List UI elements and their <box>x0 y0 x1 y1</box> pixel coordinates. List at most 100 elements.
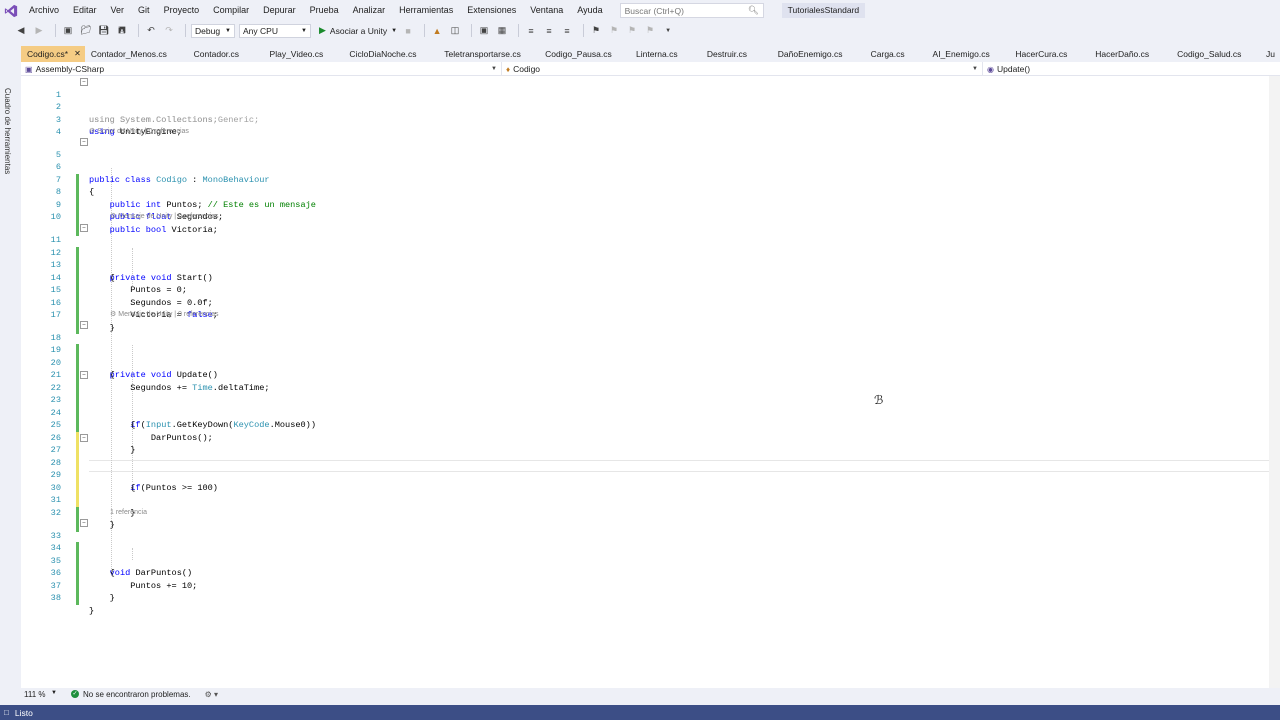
play-icon: ▶ <box>319 25 326 35</box>
menu-ver[interactable]: Ver <box>104 0 132 21</box>
issues-indicator[interactable]: ✓ No se encontraron problemas. <box>71 690 191 699</box>
class-dropdown[interactable]: ♦ Codigo ▼ <box>502 62 983 75</box>
save-icon[interactable]: 💾︎ <box>97 24 111 38</box>
menu-editar[interactable]: Editar <box>66 0 104 21</box>
collapse-icon[interactable]: – <box>80 371 88 379</box>
menu-ayuda[interactable]: Ayuda <box>570 0 609 21</box>
tab-codigo-salud[interactable]: Codigo_Salud.cs <box>1171 46 1260 62</box>
codelens-message[interactable]: ⚙ Mensaje de Unity | 0 referencias <box>110 212 219 222</box>
open-folder-icon[interactable]: 📁︎ <box>79 24 93 38</box>
find-icon[interactable]: ◫ <box>448 24 462 38</box>
status-output-icon[interactable]: □ <box>4 708 9 717</box>
member-dropdown[interactable]: ◉ Update() <box>983 62 1280 75</box>
screenshot-icon[interactable]: ▣ <box>477 24 491 38</box>
solution-name-badge[interactable]: TutorialesStandard <box>781 3 866 18</box>
diagram-icon[interactable]: ▦ <box>495 24 509 38</box>
code-line: 8 public float Segundos; <box>21 174 1280 222</box>
redo-icon[interactable]: ↷ <box>162 24 176 38</box>
tab-contador[interactable]: Contador.cs <box>188 46 264 62</box>
tab-codigo-pausa[interactable]: Codigo_Pausa.cs <box>539 46 630 62</box>
status-text: Listo <box>14 707 33 718</box>
menu-proyecto[interactable]: Proyecto <box>157 0 207 21</box>
menu-herramientas[interactable]: Herramientas <box>392 0 460 21</box>
zoom-dropdown[interactable]: 111 % ▼ <box>21 690 61 699</box>
menu-depurar[interactable]: Depurar <box>256 0 303 21</box>
tab-dano-enemigo[interactable]: DañoEnemigo.cs <box>772 46 865 62</box>
search-input[interactable]: Buscar (Ctrl+Q) 🔍︎ <box>619 3 764 18</box>
tab-hacer-dano[interactable]: HacerDaño.cs <box>1089 46 1171 62</box>
collapse-icon[interactable]: – <box>80 519 88 527</box>
attach-to-unity-button[interactable]: ▶ Asociar a Unity ▼ <box>319 25 397 36</box>
collapse-icon[interactable]: – <box>80 223 88 232</box>
toolbar-separator <box>138 24 139 37</box>
back-icon[interactable]: ◀ <box>14 24 28 38</box>
platform-select[interactable]: Any CPU ▼ <box>239 23 311 38</box>
tab-linterna[interactable]: Linterna.cs <box>630 46 701 62</box>
tab-codigo[interactable]: Codigo.cs* ✕ <box>21 46 85 62</box>
class-icon: ♦ <box>506 64 511 74</box>
collapse-icon[interactable]: – <box>80 78 88 86</box>
prev-bookmark-icon[interactable]: ⚑ <box>607 24 621 38</box>
collapse-icon[interactable]: – <box>80 321 88 329</box>
code-line: 36 } <box>21 555 1280 603</box>
bookmark-icon[interactable]: ⚑ <box>589 24 603 38</box>
toolbar-overflow-icon[interactable]: ▼ <box>661 24 675 38</box>
chevron-down-icon: ▼ <box>51 689 57 696</box>
forward-icon[interactable]: ▶ <box>32 24 46 38</box>
vertical-scrollbar[interactable] <box>1269 76 1280 688</box>
attach-label: Asociar a Unity <box>329 25 388 36</box>
code-line: 34 { <box>21 530 1280 578</box>
code-line: 24 DarPuntos(); <box>21 394 1280 443</box>
next-bookmark-icon[interactable]: ⚑ <box>625 24 639 38</box>
hot-reload-icon[interactable]: ■ <box>401 24 415 38</box>
tab-teletransportarse[interactable]: Teletransportarse.cs <box>438 46 539 62</box>
code-line: 29 <box>21 457 1280 494</box>
code-line: 12 { <box>21 234 1280 283</box>
toolbar-separator <box>424 24 426 37</box>
code-editor[interactable]: 1 – using System.Collections; 2 using Sy… <box>21 76 1280 688</box>
issues-label: No se encontraron problemas. <box>83 689 191 699</box>
clear-bookmarks-icon[interactable]: ⚑ <box>643 24 657 38</box>
menu-git[interactable]: Git <box>131 0 157 21</box>
configuration-select[interactable]: Debug ▼ <box>191 23 235 38</box>
code-line: 21 <box>21 357 1280 394</box>
menu-extensiones[interactable]: Extensiones <box>460 0 523 21</box>
close-icon[interactable]: ✕ <box>74 46 81 62</box>
menu-prueba[interactable]: Prueba <box>303 0 346 21</box>
zoom-value: 111 % <box>24 689 46 699</box>
menu-compilar[interactable]: Compilar <box>206 0 256 21</box>
tab-destruir[interactable]: Destruir.cs <box>701 46 772 62</box>
new-project-icon[interactable]: ▣ <box>61 24 75 38</box>
collapse-icon[interactable]: – <box>80 433 88 442</box>
tab-ai-enemigo[interactable]: AI_Enemigo.cs <box>927 46 1010 62</box>
tab-carga[interactable]: Carga.cs <box>865 46 927 62</box>
comment-icon[interactable]: ≡ <box>560 24 574 38</box>
code-line: 27 – if(Puntos >= 100) <box>21 432 1280 493</box>
undo-icon[interactable]: ↶ <box>144 24 158 38</box>
outdent-icon[interactable]: ≡ <box>542 24 556 38</box>
toolbox-tab[interactable]: Cuadro de herramientas <box>3 88 12 174</box>
project-dropdown[interactable]: ▣ Assembly-CSharp ▼ <box>21 62 502 75</box>
code-cleanup-icon[interactable]: ⚙ ▾ <box>205 690 218 699</box>
tab-play-video[interactable]: Play_Video.cs <box>264 46 344 62</box>
indent-icon[interactable]: ≡ <box>524 24 538 38</box>
browse-icon[interactable]: ▲ <box>430 24 444 38</box>
code-line: 4 <box>21 114 1280 137</box>
toolbar-separator <box>471 24 473 37</box>
menu-analizar[interactable]: Analizar <box>346 0 393 21</box>
code-line: 7 public int Puntos; // Este es un mensa… <box>21 161 1280 210</box>
collapse-icon[interactable]: – <box>80 138 88 146</box>
code-line: 10 <box>21 199 1280 236</box>
menu-ventana[interactable]: Ventana <box>523 0 570 21</box>
configuration-value: Debug <box>195 25 221 36</box>
tab-ju[interactable]: Ju <box>1260 46 1280 62</box>
menu-archivo[interactable]: Archivo <box>22 0 66 21</box>
code-line: 35 Puntos += 10; <box>21 542 1280 591</box>
code-line: 11 – private void Start() <box>21 222 1280 283</box>
save-all-icon[interactable]: 🖪︎ <box>115 24 129 38</box>
code-line: 15 Victoria = false; <box>21 272 1280 320</box>
tab-hacer-cura[interactable]: HacerCura.cs <box>1009 46 1089 62</box>
change-marker <box>76 592 79 605</box>
tab-ciclo-dia-noche[interactable]: CicloDiaNoche.cs <box>343 46 438 62</box>
tab-contador-menos[interactable]: Contador_Menos.cs <box>85 46 188 62</box>
